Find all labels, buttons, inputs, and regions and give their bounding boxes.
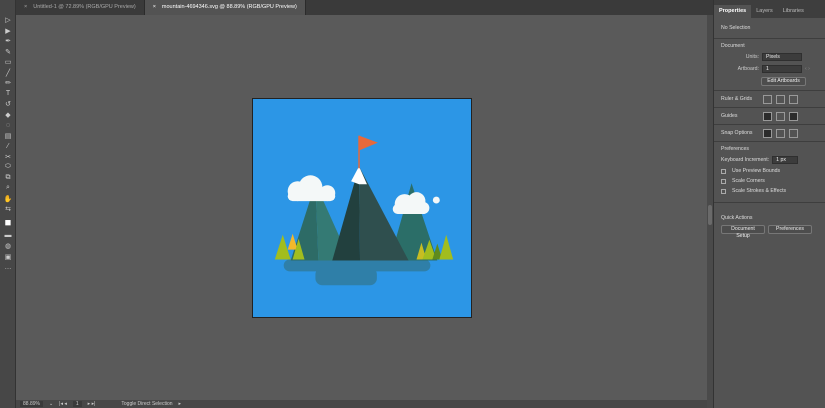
properties-panel: Properties Layers Libraries No Selection… xyxy=(713,0,825,408)
use-preview-bounds-checkbox[interactable]: Use Preview Bounds xyxy=(721,168,818,174)
tab-mountain[interactable]: × mountain-4694346.svg @ 88.89% (RGB/GPU … xyxy=(144,0,306,15)
artboard-select[interactable]: 1 xyxy=(762,65,802,73)
tab-properties[interactable]: Properties xyxy=(714,5,752,18)
document-tabs: × Untitled-1 @ 72.89% (RGB/GPU Preview) ×… xyxy=(16,0,713,15)
document-setup-button[interactable]: Document Setup xyxy=(721,225,765,239)
selection-icon[interactable]: ▷ xyxy=(0,15,16,26)
units-select[interactable]: Pixels xyxy=(762,53,802,61)
eyedropper-icon[interactable]: ⁄ xyxy=(0,141,16,152)
curvature-icon[interactable]: ✎ xyxy=(0,47,16,58)
guides-icon[interactable] xyxy=(763,111,772,121)
scroll-thumb[interactable] xyxy=(708,205,712,225)
rotate-icon[interactable]: ↺ xyxy=(0,99,16,110)
pencil-icon[interactable]: ✏ xyxy=(0,78,16,89)
tools-panel: ▷ ▶ ✒ ✎ ▭ ╱ ✏ T ↺ ◆ ◌ ▤ ⁄ ✂ ⬭ ⧉ ⌕ ✋ ⇆ ■ ▬ ◍ ▣… xyxy=(0,0,16,408)
close-icon[interactable]: × xyxy=(24,4,27,10)
play-icon[interactable]: ▸ xyxy=(179,401,182,407)
zoom-field[interactable]: 88.89% xyxy=(20,401,43,407)
pen-icon[interactable]: ✒ xyxy=(0,36,16,47)
tab-layers[interactable]: Layers xyxy=(751,5,778,18)
prev-artboard-icon[interactable]: |◂ ◂ xyxy=(59,401,67,407)
preferences-button[interactable]: Preferences xyxy=(768,225,812,234)
grid-icon[interactable] xyxy=(776,94,785,104)
close-icon[interactable]: × xyxy=(153,4,156,10)
shape-builder-icon[interactable]: ◌ xyxy=(0,120,16,131)
rectangle-icon[interactable]: ▭ xyxy=(0,57,16,68)
blend-icon[interactable]: ✂ xyxy=(0,152,16,163)
edit-artboards-button[interactable]: Edit Artboards xyxy=(761,77,806,86)
chevron-down-icon[interactable]: ⌄ xyxy=(49,401,53,407)
selection-status: No Selection xyxy=(721,25,751,31)
snap-to-pixel-icon[interactable] xyxy=(789,128,798,138)
fill-stroke-icon[interactable]: ■ xyxy=(0,215,16,231)
gradient-icon[interactable]: ▤ xyxy=(0,131,16,142)
transparency-grid-icon[interactable] xyxy=(789,94,798,104)
eraser-icon[interactable]: ◆ xyxy=(0,110,16,121)
smart-guides-icon[interactable] xyxy=(776,111,785,121)
next-artboard-icon[interactable]: ▸ ▸| xyxy=(88,401,96,407)
current-tool-label: Toggle Direct Selection xyxy=(121,401,173,407)
zoom-icon[interactable]: ⌕ xyxy=(0,183,16,194)
screen-mode-icon[interactable]: ▣ xyxy=(0,252,16,263)
status-bar: 88.89% ⌄ |◂ ◂ 1 ▸ ▸| Toggle Direct Selec… xyxy=(16,400,707,408)
artboard[interactable] xyxy=(252,98,472,318)
lock-guides-icon[interactable] xyxy=(789,111,798,121)
keyboard-increment-field[interactable]: 1 px xyxy=(772,156,799,164)
color-mode-icon[interactable]: ▬ xyxy=(0,231,16,242)
swap-icon[interactable]: ⇆ xyxy=(0,204,16,215)
draw-mode-icon[interactable]: ◍ xyxy=(0,241,16,252)
tab-libraries[interactable]: Libraries xyxy=(778,5,809,18)
hand-icon[interactable]: ✋ xyxy=(0,194,16,205)
snap-to-grid-icon[interactable] xyxy=(776,128,785,138)
scale-corners-checkbox[interactable]: Scale Corners xyxy=(721,178,818,184)
rulers-icon[interactable] xyxy=(763,94,772,104)
document-heading: Document xyxy=(721,43,745,49)
more-icon[interactable]: … xyxy=(0,262,16,273)
snap-to-point-icon[interactable] xyxy=(763,128,772,138)
symbol-sprayer-icon[interactable]: ⬭ xyxy=(0,162,16,173)
artboard-icon[interactable]: ⧉ xyxy=(0,173,16,184)
type-icon[interactable]: T xyxy=(0,89,16,100)
paintbrush-icon[interactable]: ╱ xyxy=(0,68,16,79)
scale-strokes-checkbox[interactable]: Scale Strokes & Effects xyxy=(721,188,818,194)
prev-next-icon[interactable]: ‹ › xyxy=(805,66,810,72)
tab-untitled[interactable]: × Untitled-1 @ 72.89% (RGB/GPU Preview) xyxy=(16,0,145,15)
direct-selection-icon[interactable]: ▶ xyxy=(0,26,16,37)
artboard-nav-field[interactable]: 1 xyxy=(72,401,82,407)
